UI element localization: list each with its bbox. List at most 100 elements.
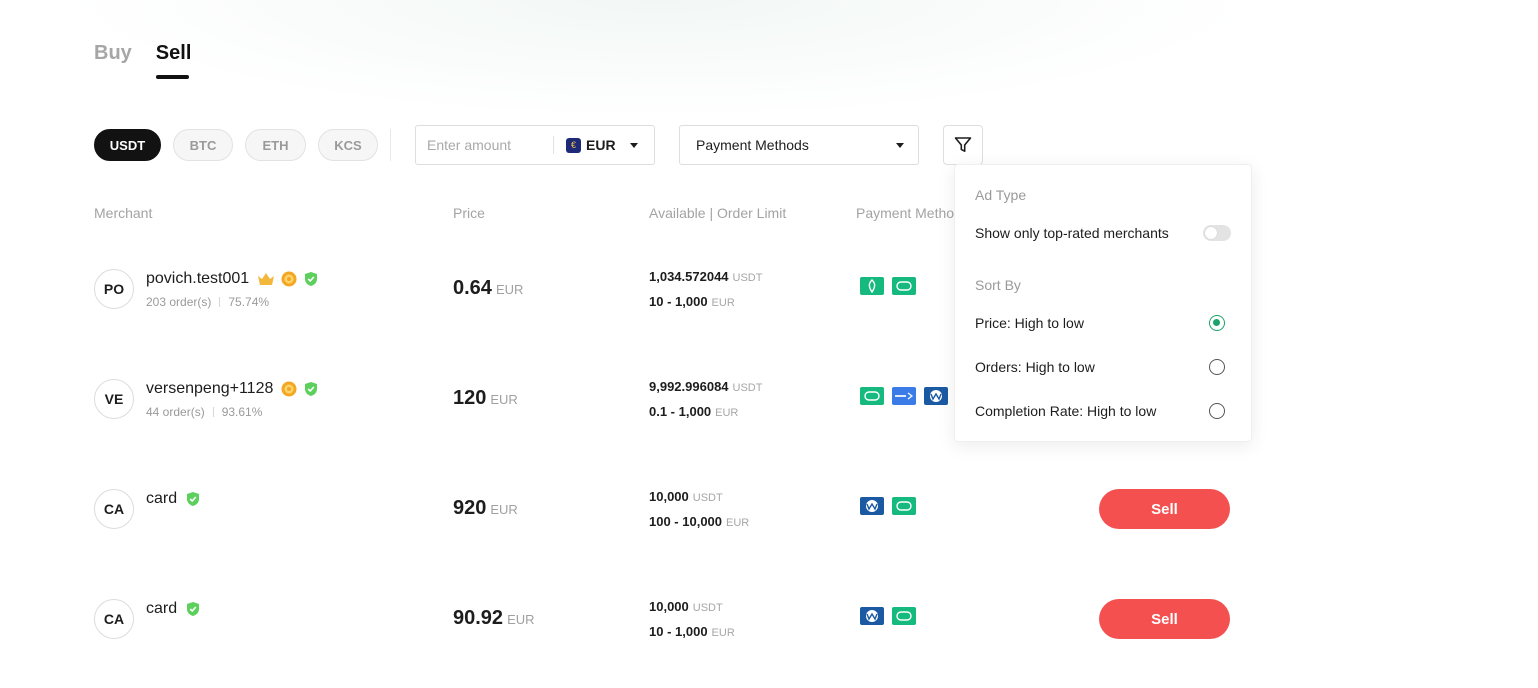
order-count: 203 order(s) xyxy=(146,295,212,309)
sort-option-label: Orders: High to low xyxy=(975,359,1095,375)
avatar[interactable]: PO xyxy=(94,269,134,309)
column-header-merchant: Merchant xyxy=(94,205,153,221)
amount-field: € EUR xyxy=(415,125,655,165)
order-limit: 0.1 - 1,000 EUR xyxy=(649,404,738,419)
shield-icon xyxy=(305,272,318,286)
price-value: 120 xyxy=(453,387,487,409)
available-amount: 10,000 USDT xyxy=(649,489,723,504)
coin-chip-kcs[interactable]: KCS xyxy=(318,129,378,161)
merchant-name: versenpeng+1128 xyxy=(146,380,319,398)
webmoney-icon xyxy=(860,607,884,625)
limit-value: 10 - 1,000 xyxy=(649,624,708,639)
leaf-pay-icon xyxy=(860,277,884,295)
gold-medal-icon xyxy=(281,381,297,397)
amount-input[interactable] xyxy=(427,137,547,153)
merchant-badges xyxy=(185,601,201,617)
cash-pay-icon xyxy=(892,497,916,515)
avatar[interactable]: VE xyxy=(94,379,134,419)
avatar[interactable]: CA xyxy=(94,599,134,639)
cash-pay-icon xyxy=(892,607,916,625)
divider xyxy=(212,407,214,417)
euro-flag-icon: € xyxy=(566,137,581,153)
sort-option-label: Price: High to low xyxy=(975,315,1084,331)
sort-by-heading: Sort By xyxy=(975,277,1021,293)
payment-methods-select[interactable]: Payment Methods xyxy=(679,125,919,165)
price: 90.92 EUR xyxy=(453,607,535,630)
limit-value: 0.1 - 1,000 xyxy=(649,404,712,419)
limit-unit: EUR xyxy=(715,407,739,419)
sell-button[interactable]: Sell xyxy=(1099,599,1230,639)
merchant-name-label[interactable]: versenpeng+1128 xyxy=(146,380,273,398)
filter-dropdown: Ad Type Show only top-rated merchants So… xyxy=(954,164,1252,442)
tab-buy[interactable]: Buy xyxy=(94,42,132,79)
available-amount: 1,034.572044 USDT xyxy=(649,269,762,284)
merchant-name-label[interactable]: card xyxy=(146,600,177,618)
payment-methods xyxy=(860,277,916,295)
merchant-name-label[interactable]: povich.test001 xyxy=(146,270,249,288)
completion-rate: 75.74% xyxy=(228,295,270,309)
shield-icon xyxy=(187,602,200,616)
available-value: 9,992.996084 xyxy=(649,379,729,394)
coin-chip-usdt[interactable]: USDT xyxy=(94,129,161,161)
top-rated-option: Show only top-rated merchants xyxy=(975,225,1231,241)
merchant-stats: 203 order(s) 75.74% xyxy=(146,295,269,309)
column-header-available: Available | Order Limit xyxy=(649,205,787,221)
divider xyxy=(219,297,221,307)
trade-tabs: Buy Sell xyxy=(94,42,191,79)
limit-value: 10 - 1,000 xyxy=(649,294,708,309)
funnel-icon xyxy=(954,137,972,152)
available-value: 10,000 xyxy=(649,489,689,504)
column-header-payment: Payment Metho xyxy=(856,205,955,221)
table-row: PO povich.test001 203 order(s) 75.74% 0.… xyxy=(0,244,1538,334)
table-row: CA card 90.92 EUR 10,000 USDT 10 - 1,000… xyxy=(0,574,1538,664)
available-amount: 10,000 USDT xyxy=(649,599,723,614)
webmoney-icon xyxy=(924,387,948,405)
limit-value: 100 - 10,000 xyxy=(649,514,723,529)
coin-chip-btc[interactable]: BTC xyxy=(173,129,233,161)
available-unit: USDT xyxy=(732,382,763,394)
cash-pay-icon xyxy=(860,387,884,405)
price-unit: EUR xyxy=(495,282,524,297)
caret-down-icon[interactable] xyxy=(630,142,638,148)
tab-sell[interactable]: Sell xyxy=(155,42,191,79)
radio-selected[interactable] xyxy=(1209,315,1225,331)
caret-down-icon xyxy=(896,142,904,148)
filter-button[interactable] xyxy=(943,125,983,165)
sell-button[interactable]: Sell xyxy=(1099,489,1230,529)
coin-chip-eth[interactable]: ETH xyxy=(245,129,306,161)
order-count: 44 order(s) xyxy=(146,405,205,419)
table-row: VE versenpeng+1128 44 order(s) 93.61% 12… xyxy=(0,354,1538,444)
gold-medal-icon xyxy=(281,271,297,287)
sort-option-orders[interactable]: Orders: High to low xyxy=(975,359,1231,375)
payment-methods xyxy=(860,497,916,515)
merchant-name-label[interactable]: card xyxy=(146,490,177,508)
crown-icon xyxy=(258,273,275,285)
available-unit: USDT xyxy=(692,492,723,504)
filter-bar: USDT BTC ETH KCS € EUR Payment Methods xyxy=(94,125,983,165)
radio-unselected[interactable] xyxy=(1209,359,1225,375)
merchant-name: card xyxy=(146,600,201,618)
column-header-price: Price xyxy=(453,205,485,221)
sort-option-completion[interactable]: Completion Rate: High to low xyxy=(975,403,1231,419)
top-rated-toggle[interactable] xyxy=(1203,225,1231,241)
price: 120 EUR xyxy=(453,387,518,410)
sort-option-label: Completion Rate: High to low xyxy=(975,403,1157,419)
cash-pay-icon xyxy=(892,277,916,295)
price-unit: EUR xyxy=(507,612,535,627)
available-value: 10,000 xyxy=(649,599,689,614)
sort-option-price[interactable]: Price: High to low xyxy=(975,315,1231,331)
limit-unit: EUR xyxy=(711,627,735,639)
divider xyxy=(390,129,391,161)
avatar[interactable]: CA xyxy=(94,489,134,529)
price-value: 90.92 xyxy=(453,607,504,629)
radio-unselected[interactable] xyxy=(1209,403,1225,419)
alipay-icon xyxy=(892,387,916,405)
top-rated-label: Show only top-rated merchants xyxy=(975,225,1169,241)
merchant-name: povich.test001 xyxy=(146,270,319,288)
merchant-badges xyxy=(257,271,319,287)
payment-methods xyxy=(860,607,916,625)
available-unit: USDT xyxy=(732,272,763,284)
currency-select[interactable]: € EUR xyxy=(566,137,616,153)
payment-methods xyxy=(860,387,948,405)
available-amount: 9,992.996084 USDT xyxy=(649,379,762,394)
